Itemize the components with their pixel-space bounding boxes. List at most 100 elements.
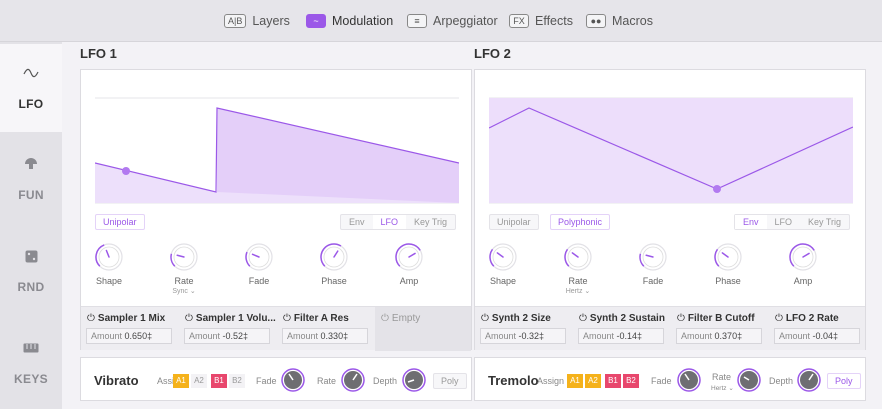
mod-slot[interactable]: ⏻ Filter A Res Amount 0.330‡ (277, 307, 375, 351)
mod-slot[interactable]: ⏻ Synth 2 Size Amount -0.32‡ (475, 307, 573, 351)
vibrato-poly-button[interactable]: Poly (433, 373, 467, 389)
power-icon[interactable]: ⏻ (185, 313, 193, 324)
knob-mode-dropdown[interactable]: Hertz ⌄ (566, 287, 591, 295)
sidebar-item-label: RND (17, 280, 45, 294)
mod-slot[interactable]: ⏻ Filter B Cutoff Amount 0.370‡ (671, 307, 769, 351)
lfo1-mode-env[interactable]: Env (341, 215, 373, 229)
tremolo-depth-knob[interactable] (797, 368, 821, 392)
power-icon[interactable]: ⏻ (579, 313, 587, 324)
lfo1-phase-handle[interactable] (122, 167, 130, 175)
knob-label: Phase (321, 276, 347, 286)
tab-arpeggiator[interactable]: ≡ Arpeggiator (407, 12, 498, 30)
tremolo-poly-button[interactable]: Poly (827, 373, 861, 389)
lfo1-unipolar-button[interactable]: Unipolar (95, 214, 145, 230)
mod-target: Empty (391, 313, 421, 324)
tremolo-rate-knob[interactable] (737, 368, 761, 392)
vibrato-rate-knob[interactable] (341, 368, 365, 392)
knob-phase[interactable]: Phase (314, 242, 354, 286)
knob-rate[interactable]: Rate Sync ⌄ (164, 242, 204, 295)
assign-a1-button[interactable]: A1 (173, 374, 189, 388)
knob-dial[interactable] (169, 242, 199, 272)
amount-value: 0.370‡ (714, 331, 743, 341)
power-icon[interactable]: ⏻ (677, 313, 685, 324)
sidebar-item-rnd[interactable]: RND (0, 226, 62, 316)
knob-label: Amp (793, 276, 813, 286)
knob-mode-dropdown[interactable]: Sync ⌄ (172, 287, 195, 295)
top-navigation-bar: A|B Layers ~ Modulation ≡ Arpeggiator FX… (0, 0, 882, 42)
tab-effects[interactable]: FX Effects (509, 12, 573, 30)
lfo1-waveform[interactable] (95, 88, 459, 206)
assign-a1-button[interactable]: A1 (567, 374, 583, 388)
tremolo-panel: Tremolo Assign A1 A2 B1 B2 Fade Rate Her… (474, 357, 866, 401)
mod-slot-empty[interactable]: ⏻ Empty (375, 307, 471, 351)
mod-slot[interactable]: ⏻ Synth 2 Sustain Amount -0.14‡ (573, 307, 671, 351)
assign-a2-button[interactable]: A2 (585, 374, 601, 388)
knob-fade[interactable]: Fade (633, 242, 673, 286)
knob-shape[interactable]: Shape (89, 242, 129, 286)
power-icon[interactable]: ⏻ (775, 313, 783, 324)
amount-label: Amount (583, 331, 615, 341)
amount-field[interactable]: Amount 0.370‡ (676, 328, 762, 344)
amount-field[interactable]: Amount -0.14‡ (578, 328, 664, 344)
amount-field[interactable]: Amount -0.52‡ (184, 328, 270, 344)
lfo2-title: LFO 2 (474, 46, 511, 61)
knob-phase[interactable]: Phase (708, 242, 748, 286)
lfo2-mode-env[interactable]: Env (735, 215, 767, 229)
amount-field[interactable]: Amount 0.650‡ (86, 328, 172, 344)
knob-dial[interactable] (244, 242, 274, 272)
assign-a2-button[interactable]: A2 (191, 374, 207, 388)
knob-rate[interactable]: Rate Hertz ⌄ (558, 242, 598, 295)
amount-field[interactable]: Amount 0.330‡ (282, 328, 368, 344)
knob-shape[interactable]: Shape (483, 242, 523, 286)
mod-slot[interactable]: ⏻ Sampler 1 Volu... Amount -0.52‡ (179, 307, 277, 351)
lfo2-unipolar-button[interactable]: Unipolar (489, 214, 539, 230)
vibrato-fade-knob[interactable] (281, 368, 305, 392)
fade-label: Fade (651, 376, 672, 386)
power-icon[interactable]: ⏻ (381, 313, 389, 324)
sidebar-item-fun[interactable]: FUN (0, 134, 62, 224)
knob-amp[interactable]: Amp (783, 242, 823, 286)
knob-dial[interactable] (488, 242, 518, 272)
knob-dial[interactable] (638, 242, 668, 272)
power-icon[interactable]: ⏻ (87, 313, 95, 324)
power-icon[interactable]: ⏻ (481, 313, 489, 324)
knob-dial[interactable] (394, 242, 424, 272)
knob-dial[interactable] (94, 242, 124, 272)
sidebar-item-label: FUN (18, 188, 44, 202)
amount-field[interactable]: Amount -0.04‡ (774, 328, 860, 344)
knob-dial[interactable] (788, 242, 818, 272)
tremolo-fade-knob[interactable] (677, 368, 701, 392)
assign-b1-button[interactable]: B1 (211, 374, 227, 388)
tab-layers[interactable]: A|B Layers (224, 12, 290, 30)
rate-mode-dropdown[interactable]: Hertz ⌄ (711, 384, 734, 392)
knob-fade[interactable]: Fade (239, 242, 279, 286)
assign-b2-button[interactable]: B2 (229, 374, 245, 388)
knob-amp[interactable]: Amp (389, 242, 429, 286)
knob-dial[interactable] (713, 242, 743, 272)
sidebar-item-lfo[interactable]: LFO (0, 44, 62, 132)
tab-macros[interactable]: ●● Macros (586, 12, 653, 30)
assign-b1-button[interactable]: B1 (605, 374, 621, 388)
lfo2-mode-switch: Env LFO Key Trig (734, 214, 851, 230)
tab-modulation[interactable]: ~ Modulation (306, 12, 393, 30)
amount-field[interactable]: Amount -0.32‡ (480, 328, 566, 344)
lfo2-mode-lfo[interactable]: LFO (767, 215, 801, 229)
amount-value: 0.650‡ (124, 331, 153, 341)
tremolo-title: Tremolo (488, 373, 539, 388)
mod-slot[interactable]: ⏻ LFO 2 Rate Amount -0.04‡ (769, 307, 865, 351)
knob-dial[interactable] (319, 242, 349, 272)
knob-dial[interactable] (563, 242, 593, 272)
lfo1-mode-keytrig[interactable]: Key Trig (406, 215, 455, 229)
assign-b2-button[interactable]: B2 (623, 374, 639, 388)
mod-target: LFO 2 Rate (785, 313, 839, 324)
lfo1-mode-lfo[interactable]: LFO (372, 215, 407, 229)
lfo2-mode-keytrig[interactable]: Key Trig (800, 215, 849, 229)
mod-slot[interactable]: ⏻ Sampler 1 Mix Amount 0.650‡ (81, 307, 179, 351)
sine-wave-icon (23, 65, 39, 81)
lfo2-waveform[interactable] (489, 88, 853, 206)
power-icon[interactable]: ⏻ (283, 313, 291, 324)
vibrato-depth-knob[interactable] (402, 368, 426, 392)
sidebar-item-keys[interactable]: KEYS (0, 318, 62, 408)
lfo2-phase-handle[interactable] (713, 185, 721, 193)
lfo2-polyphonic-button[interactable]: Polyphonic (550, 214, 611, 230)
